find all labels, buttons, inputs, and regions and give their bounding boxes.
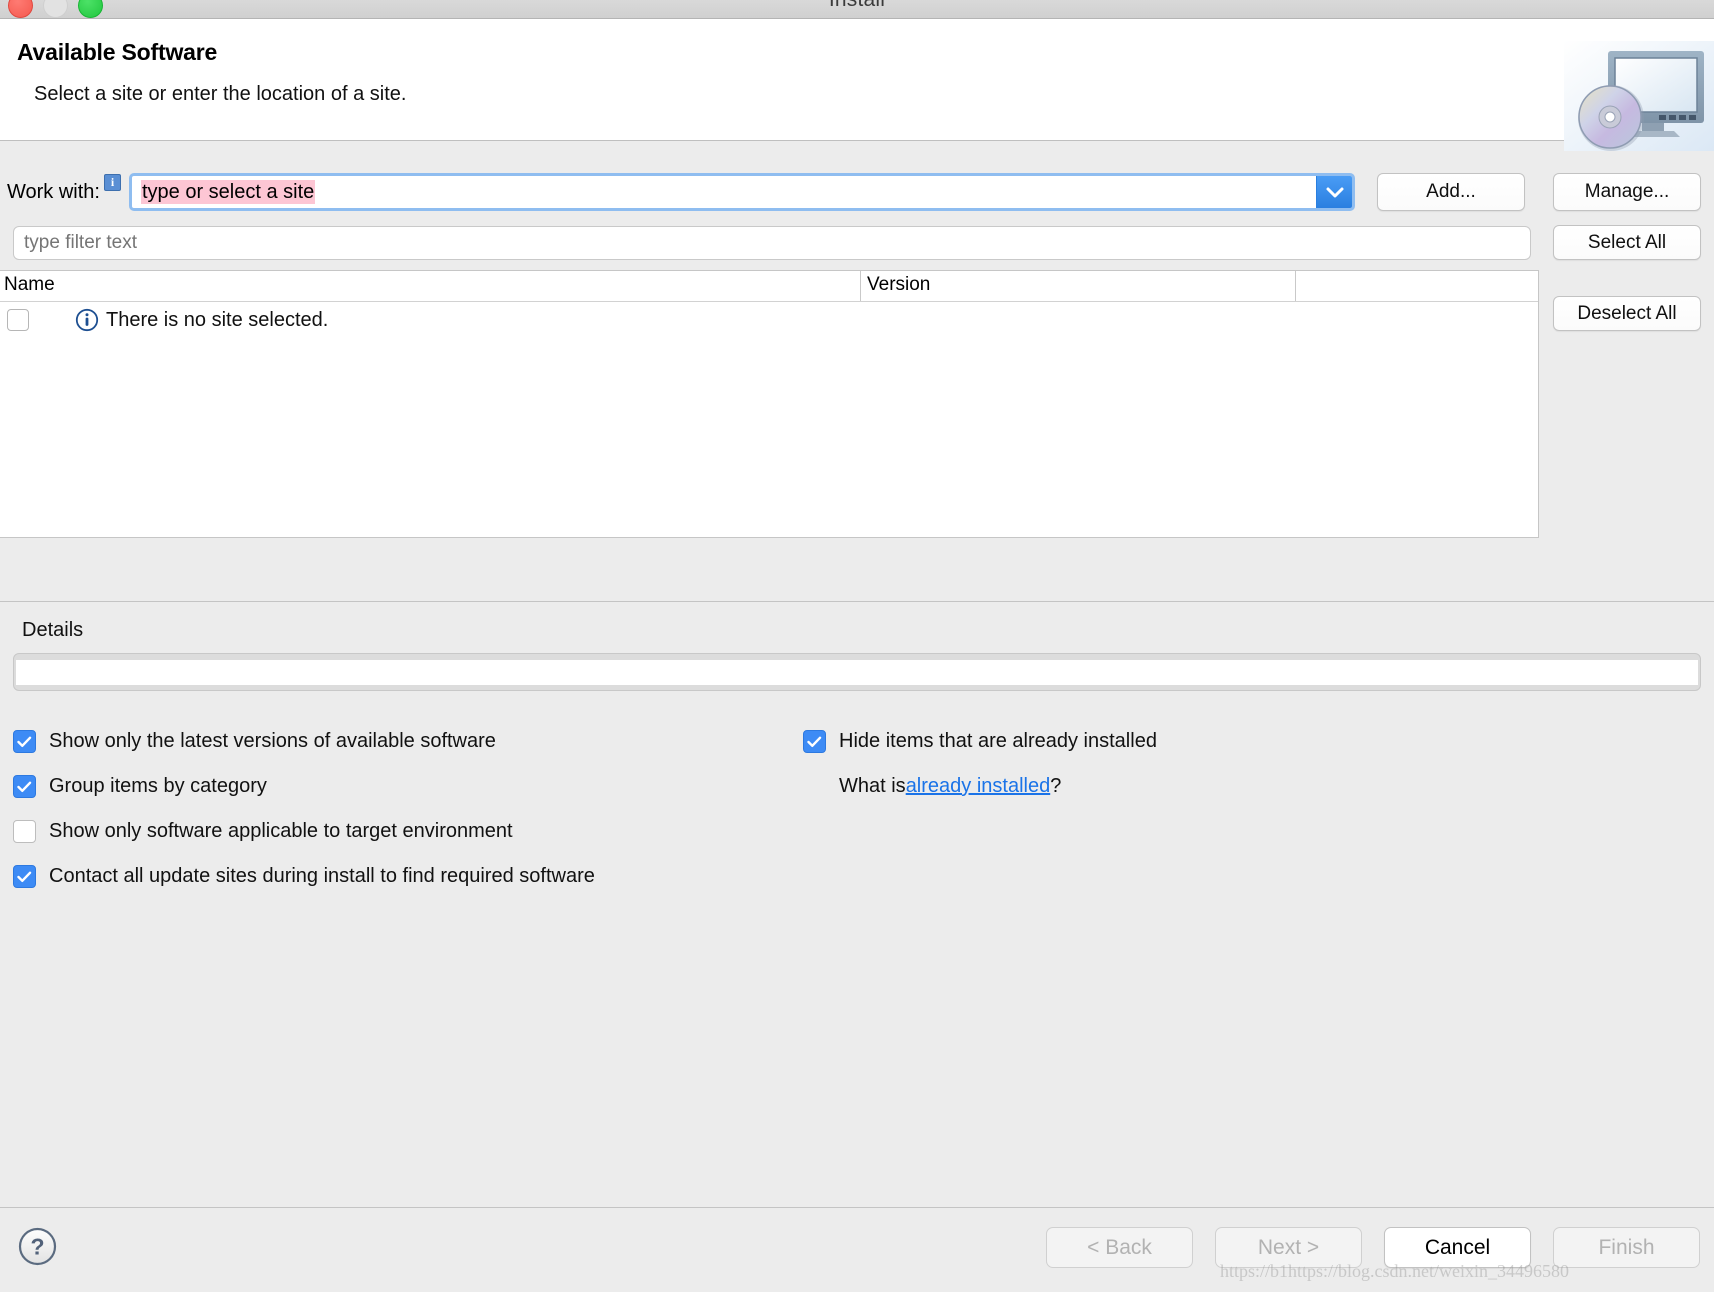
option-contact-update-sites[interactable]: Contact all update sites during install …: [13, 854, 803, 899]
info-badge-icon: i: [103, 173, 121, 191]
option-hide-already-installed[interactable]: Hide items that are already installed: [803, 719, 1701, 764]
option-label: Hide items that are already installed: [839, 730, 1157, 752]
option-group-by-category[interactable]: Group items by category: [13, 764, 803, 809]
option-show-latest-versions[interactable]: Show only the latest versions of availab…: [13, 719, 803, 764]
options-right-column: Hide items that are already installed Wh…: [803, 719, 1701, 899]
table-side-buttons: Deselect All: [1539, 270, 1701, 538]
details-label: Details: [22, 619, 84, 641]
filter-input[interactable]: [13, 225, 1531, 260]
checkbox-checked-icon[interactable]: [13, 865, 36, 888]
dialog-body: Work with: i type or select a site Add..…: [0, 171, 1714, 899]
select-all-button[interactable]: Select All: [1553, 225, 1701, 260]
whatis-suffix: ?: [1050, 775, 1062, 797]
column-header-name[interactable]: Name: [0, 271, 860, 301]
back-button[interactable]: < Back: [1046, 1227, 1193, 1268]
watermark-text: https://b1https://blog.csdn.net/weixin_3…: [1220, 1261, 1569, 1281]
already-installed-link[interactable]: already installed: [906, 775, 1051, 798]
deselect-all-button[interactable]: Deselect All: [1553, 296, 1701, 331]
manage-button[interactable]: Manage...: [1553, 173, 1701, 211]
software-table[interactable]: Name Version There is no site selected.: [0, 270, 1539, 538]
options-left-column: Show only the latest versions of availab…: [13, 719, 803, 899]
computer-cd-icon: [1564, 41, 1714, 151]
row-checkbox[interactable]: [7, 309, 29, 331]
section-divider: [0, 601, 1714, 602]
option-show-applicable-target[interactable]: Show only software applicable to target …: [13, 809, 803, 854]
work-with-input[interactable]: type or select a site: [132, 179, 1316, 204]
add-button[interactable]: Add...: [1377, 173, 1525, 211]
work-with-label: Work with:: [7, 180, 100, 203]
details-field[interactable]: [13, 653, 1701, 691]
filter-row: Select All: [0, 225, 1714, 260]
chevron-down-icon[interactable]: [1316, 176, 1352, 208]
checkbox-checked-icon[interactable]: [13, 730, 36, 753]
info-circle-icon: [75, 308, 99, 332]
option-label: Group items by category: [49, 775, 267, 797]
work-with-value: type or select a site: [140, 179, 316, 204]
software-table-row: Name Version There is no site selected. …: [0, 270, 1714, 538]
option-label: Contact all update sites during install …: [49, 865, 595, 887]
work-with-combo[interactable]: type or select a site: [128, 173, 1355, 211]
row-name-text: There is no site selected.: [106, 308, 329, 331]
options-section: Show only the latest versions of availab…: [0, 719, 1714, 899]
what-is-already-installed: What is already installed?: [839, 764, 1701, 809]
window-title: Install: [0, 0, 1714, 10]
option-label: Show only the latest versions of availab…: [49, 730, 496, 752]
finish-button[interactable]: Finish: [1553, 1227, 1700, 1268]
table-row[interactable]: There is no site selected.: [0, 302, 1538, 338]
help-button[interactable]: ?: [18, 1227, 57, 1266]
option-label: Show only software applicable to target …: [49, 820, 513, 842]
work-with-row: Work with: i type or select a site Add..…: [0, 171, 1714, 213]
dialog-header: Available Software Select a site or ente…: [0, 19, 1714, 151]
window-titlebar: Install: [0, 0, 1714, 19]
column-header-extra[interactable]: [1295, 271, 1538, 301]
whatis-prefix: What is: [839, 775, 906, 797]
checkbox-unchecked-icon[interactable]: [13, 820, 36, 843]
column-header-version[interactable]: Version: [860, 271, 1295, 301]
checkbox-checked-icon[interactable]: [13, 775, 36, 798]
checkbox-checked-icon[interactable]: [803, 730, 826, 753]
table-header: Name Version: [0, 271, 1538, 302]
details-value: [16, 659, 1698, 685]
dialog-footer: ? < Back Next > Cancel Finish https://b1…: [0, 1207, 1714, 1292]
page-subtitle: Select a site or enter the location of a…: [34, 83, 407, 105]
svg-text:?: ?: [30, 1234, 44, 1260]
page-title: Available Software: [17, 39, 218, 65]
